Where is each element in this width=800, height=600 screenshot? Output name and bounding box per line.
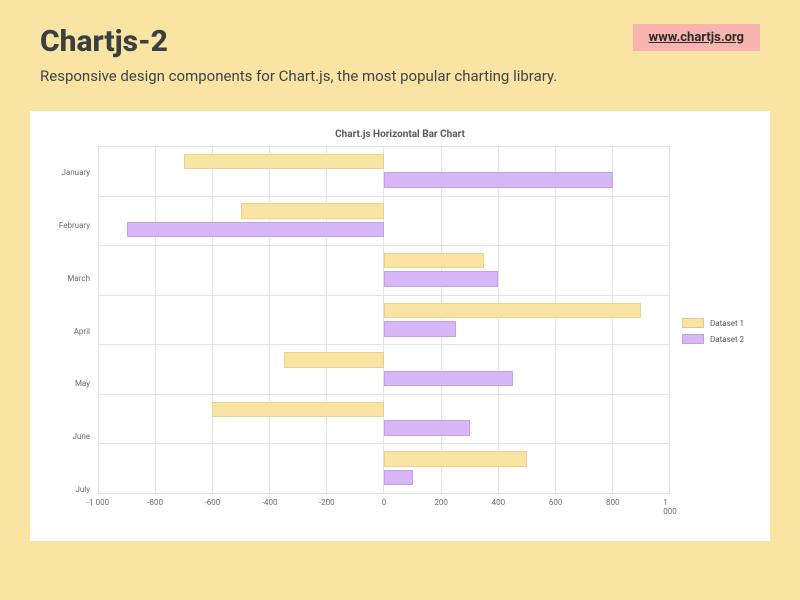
chart-row xyxy=(98,296,670,346)
chart-row xyxy=(98,147,670,197)
y-axis-label: June xyxy=(48,410,98,463)
bar-series-2 xyxy=(384,321,456,337)
bar-series-2 xyxy=(384,470,413,486)
bar-series-1 xyxy=(284,352,384,368)
y-axis-label: July xyxy=(48,463,98,516)
y-axis-label: March xyxy=(48,252,98,305)
x-axis-label: -200 xyxy=(319,498,335,507)
bar-series-1 xyxy=(212,402,384,418)
y-axis-label: April xyxy=(48,305,98,358)
bar-series-2 xyxy=(384,371,513,387)
chart-row xyxy=(98,444,670,493)
x-axis-label: -1 000 xyxy=(87,498,109,507)
external-link[interactable]: www.chartjs.org xyxy=(633,24,760,51)
bar-series-1 xyxy=(384,253,484,269)
x-axis-label: 800 xyxy=(606,498,620,507)
legend-item: Dataset 1 xyxy=(682,318,752,328)
legend-swatch xyxy=(682,334,704,344)
chart-row xyxy=(98,197,670,247)
y-axis-label: May xyxy=(48,357,98,410)
bar-series-1 xyxy=(384,451,527,467)
chart-card: Chart.js Horizontal Bar Chart JanuaryFeb… xyxy=(30,111,770,541)
legend-label: Dataset 1 xyxy=(710,319,744,328)
bar-series-2 xyxy=(127,222,384,238)
page-subtitle: Responsive design components for Chart.j… xyxy=(0,67,800,101)
x-axis-label: -800 xyxy=(147,498,163,507)
y-axis-label: February xyxy=(48,199,98,252)
chart-plot-area xyxy=(98,146,670,494)
x-axis-label: -600 xyxy=(205,498,221,507)
x-axis-label: 400 xyxy=(492,498,506,507)
page-title: Chartjs-2 xyxy=(40,24,168,59)
chart-row xyxy=(98,395,670,445)
bar-series-2 xyxy=(384,271,498,287)
bar-series-1 xyxy=(241,203,384,219)
legend-swatch xyxy=(682,318,704,328)
legend-item: Dataset 2 xyxy=(682,334,752,344)
chart-legend: Dataset 1 Dataset 2 xyxy=(670,146,752,516)
x-axis-label: 200 xyxy=(434,498,448,507)
chart-row xyxy=(98,246,670,296)
legend-label: Dataset 2 xyxy=(710,335,744,344)
y-axis-label: January xyxy=(48,146,98,199)
x-axis-label: 0 xyxy=(382,498,387,507)
bar-series-1 xyxy=(384,303,641,319)
bar-series-2 xyxy=(384,420,470,436)
x-axis-label: -400 xyxy=(262,498,278,507)
chart-row xyxy=(98,345,670,395)
bar-series-2 xyxy=(384,172,613,188)
chart-title: Chart.js Horizontal Bar Chart xyxy=(48,129,752,140)
bar-series-1 xyxy=(184,154,384,170)
x-axis-label: 1 000 xyxy=(663,498,676,516)
x-axis-label: 600 xyxy=(549,498,563,507)
